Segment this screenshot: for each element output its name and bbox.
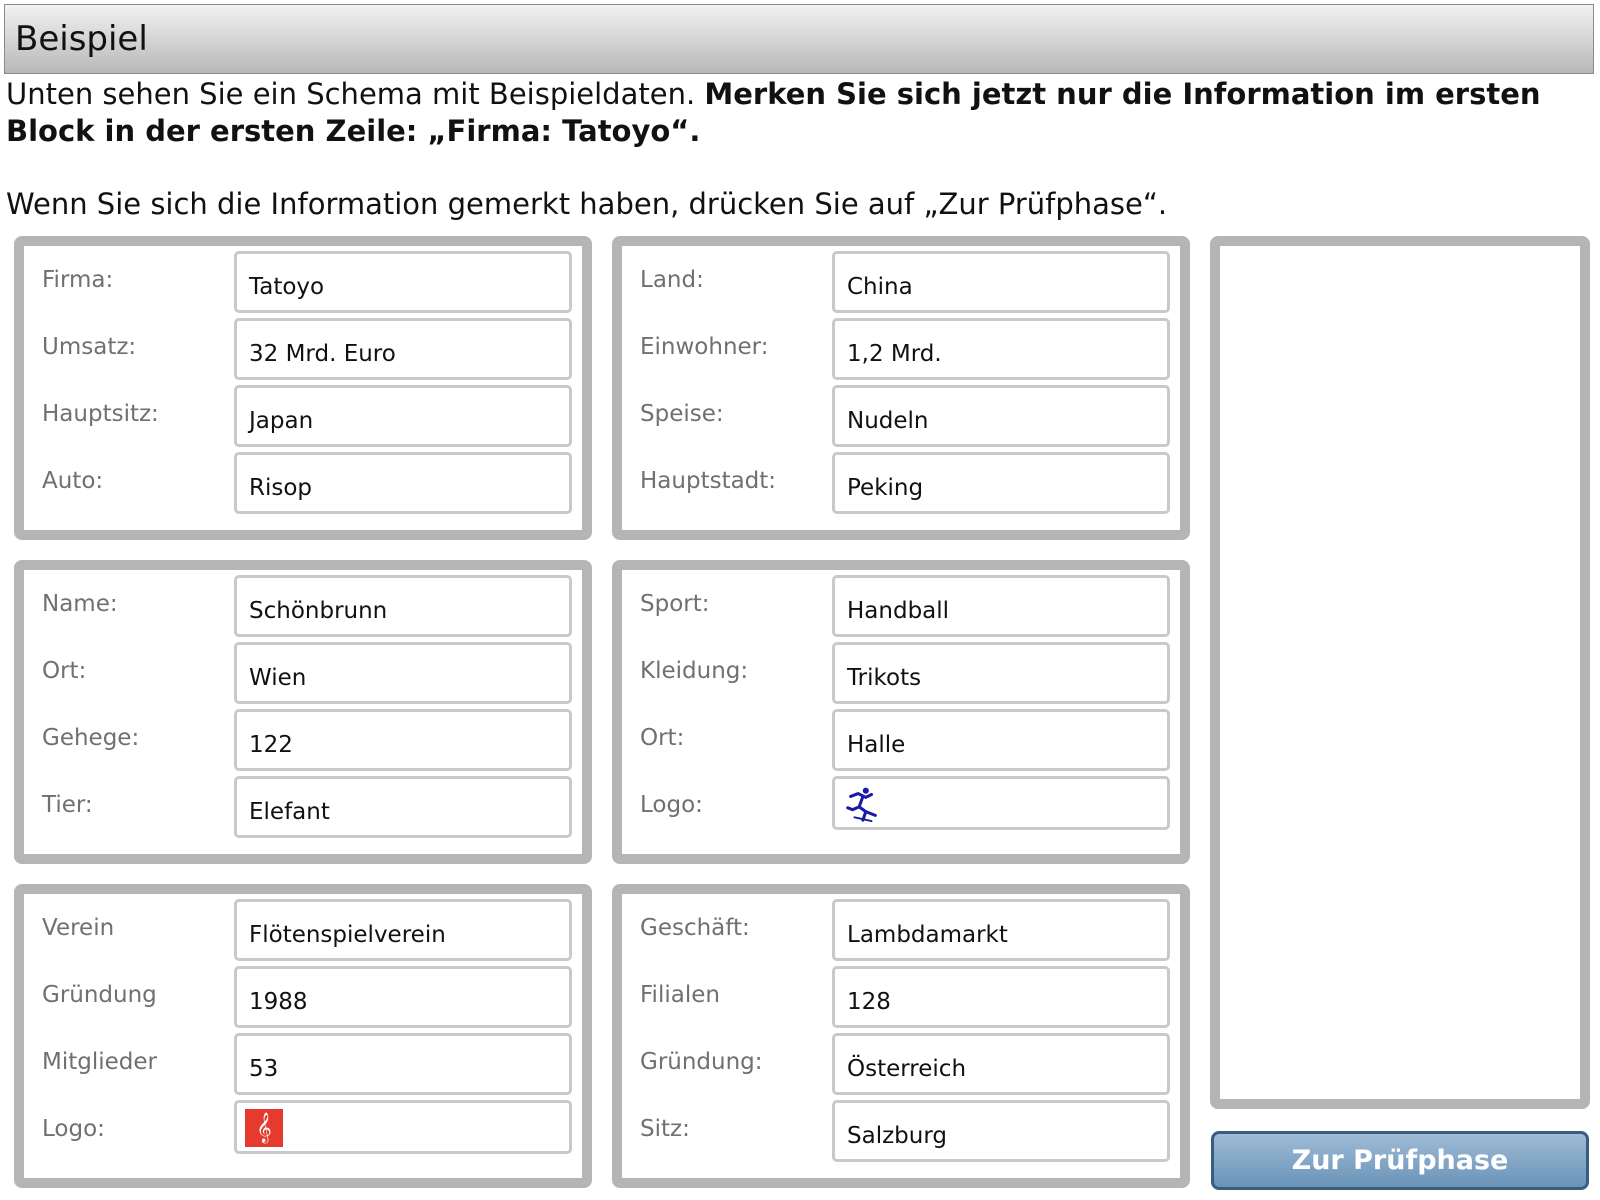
field-row: Ort: Halle: [622, 709, 1180, 771]
logo-field: [832, 776, 1170, 830]
field-row: Logo:: [622, 776, 1180, 838]
field-row: Gehege: 122: [24, 709, 582, 771]
field-value: Risop: [234, 452, 572, 514]
field-value: 1988: [234, 966, 572, 1028]
field-label: Hauptsitz:: [42, 401, 159, 427]
field-row: Speise: Nudeln: [622, 385, 1180, 447]
field-value: 32 Mrd. Euro: [234, 318, 572, 380]
field-label: Kleidung:: [640, 658, 749, 684]
field-label: Umsatz:: [42, 334, 137, 360]
field-row: Verein Flötenspielverein: [24, 899, 582, 961]
field-row: Gründung: Österreich: [622, 1033, 1180, 1095]
field-row: Logo: 𝄞: [24, 1100, 582, 1162]
field-value: Salzburg: [832, 1100, 1170, 1162]
field-label: Firma:: [42, 267, 114, 293]
field-row: Hauptsitz: Japan: [24, 385, 582, 447]
field-label: Name:: [42, 591, 118, 617]
field-label: Speise:: [640, 401, 724, 427]
title-bar: Beispiel: [4, 4, 1594, 74]
field-value: Österreich: [832, 1033, 1170, 1095]
field-value: Flötenspielverein: [234, 899, 572, 961]
field-value: 128: [832, 966, 1170, 1028]
logo-field: 𝄞: [234, 1100, 572, 1154]
field-row: Land: China: [622, 251, 1180, 313]
field-value: 122: [234, 709, 572, 771]
field-row: Firma: Tatoyo: [24, 251, 582, 313]
field-value: China: [832, 251, 1170, 313]
field-row: Mitglieder 53: [24, 1033, 582, 1095]
field-value: Peking: [832, 452, 1170, 514]
field-value: Halle: [832, 709, 1170, 771]
field-row: Kleidung: Trikots: [622, 642, 1180, 704]
field-label: Filialen: [640, 982, 720, 1008]
field-value: Schönbrunn: [234, 575, 572, 637]
field-label: Sport:: [640, 591, 710, 617]
treble-clef-icon: 𝄞: [245, 1109, 283, 1147]
field-value: 53: [234, 1033, 572, 1095]
info-block-shop: Geschäft: Lambdamarkt Filialen 128 Gründ…: [612, 884, 1190, 1188]
running-figure-icon: [846, 787, 877, 823]
field-value: Japan: [234, 385, 572, 447]
field-label: Sitz:: [640, 1116, 690, 1142]
instruction-line-1: Unten sehen Sie ein Schema mit Beispield…: [6, 76, 1586, 150]
field-label: Gründung: [42, 982, 157, 1008]
field-label: Gründung:: [640, 1049, 763, 1075]
field-row: Name: Schönbrunn: [24, 575, 582, 637]
instruction-line-2: Wenn Sie sich die Information gemerkt ha…: [6, 187, 1168, 221]
info-block-sport: Sport: Handball Kleidung: Trikots Ort: H…: [612, 560, 1190, 864]
field-label: Verein: [42, 915, 115, 941]
info-block-zoo: Name: Schönbrunn Ort: Wien Gehege: 122 T…: [14, 560, 592, 864]
field-label: Tier:: [42, 792, 93, 818]
field-row: Sport: Handball: [622, 575, 1180, 637]
field-row: Tier: Elefant: [24, 776, 582, 838]
field-label: Mitglieder: [42, 1049, 157, 1075]
field-label: Geschäft:: [640, 915, 750, 941]
field-row: Auto: Risop: [24, 452, 582, 514]
field-value: Elefant: [234, 776, 572, 838]
field-row: Gründung 1988: [24, 966, 582, 1028]
instruction-normal-text: Unten sehen Sie ein Schema mit Beispield…: [6, 77, 705, 111]
info-block-company: Firma: Tatoyo Umsatz: 32 Mrd. Euro Haupt…: [14, 236, 592, 540]
field-row: Hauptstadt: Peking: [622, 452, 1180, 514]
instructions: Unten sehen Sie ein Schema mit Beispield…: [6, 76, 1586, 223]
field-row: Sitz: Salzburg: [622, 1100, 1180, 1162]
info-block-club: Verein Flötenspielverein Gründung 1988 M…: [14, 884, 592, 1188]
field-row: Ort: Wien: [24, 642, 582, 704]
field-label: Ort:: [640, 725, 685, 751]
field-row: Umsatz: 32 Mrd. Euro: [24, 318, 582, 380]
field-label: Ort:: [42, 658, 87, 684]
field-row: Geschäft: Lambdamarkt: [622, 899, 1180, 961]
field-label: Logo:: [640, 792, 703, 818]
field-value: Wien: [234, 642, 572, 704]
field-label: Hauptstadt:: [640, 468, 777, 494]
info-block-country: Land: China Einwohner: 1,2 Mrd. Speise: …: [612, 236, 1190, 540]
field-row: Einwohner: 1,2 Mrd.: [622, 318, 1180, 380]
field-label: Gehege:: [42, 725, 140, 751]
test-phase-button[interactable]: Zur Prüfphase: [1211, 1131, 1589, 1190]
page-title: Beispiel: [15, 19, 148, 59]
field-value: Lambdamarkt: [832, 899, 1170, 961]
field-value: Handball: [832, 575, 1170, 637]
field-label: Einwohner:: [640, 334, 769, 360]
field-label: Auto:: [42, 468, 104, 494]
field-label: Logo:: [42, 1116, 105, 1142]
side-panel: [1210, 236, 1590, 1109]
field-value: Trikots: [832, 642, 1170, 704]
field-row: Filialen 128: [622, 966, 1180, 1028]
field-label: Land:: [640, 267, 704, 293]
field-value: Tatoyo: [234, 251, 572, 313]
field-value: 1,2 Mrd.: [832, 318, 1170, 380]
field-value: Nudeln: [832, 385, 1170, 447]
